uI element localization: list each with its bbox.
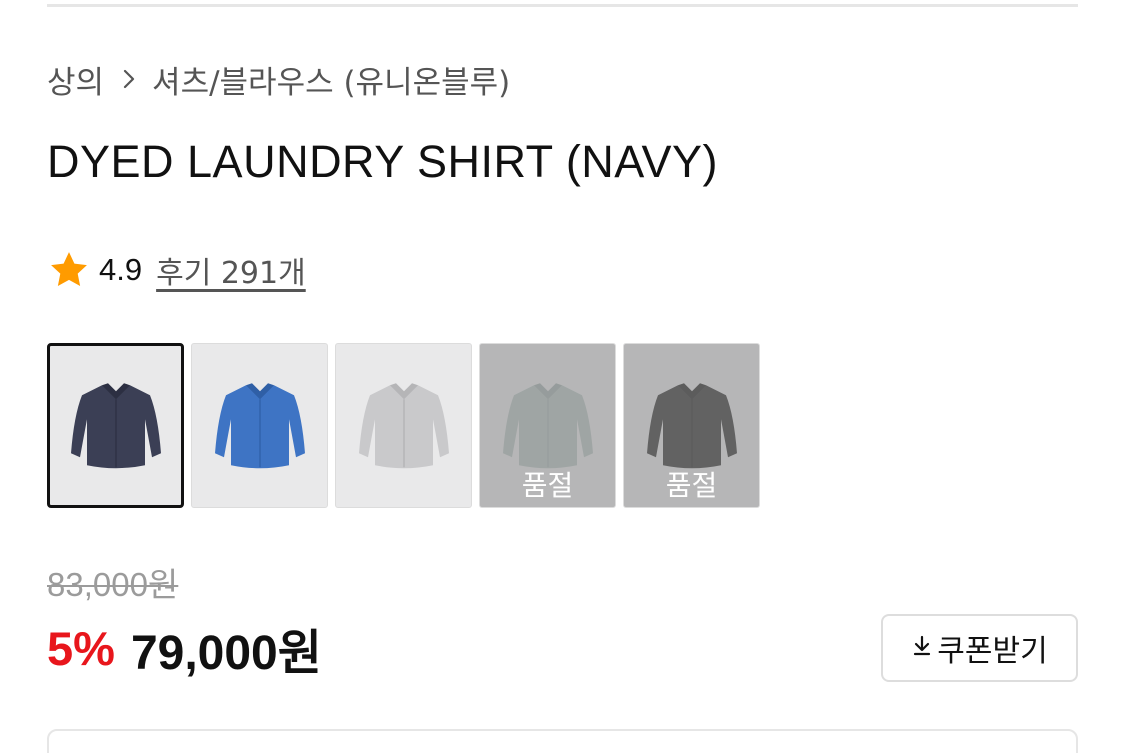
color-swatch-blue[interactable] xyxy=(191,343,328,508)
bottom-panel xyxy=(47,729,1078,753)
coupon-label: 쿠폰받기 xyxy=(937,634,1048,669)
color-swatch-navy[interactable] xyxy=(47,343,184,508)
breadcrumb: 상의 셔츠/블라우스 (유니온블루) xyxy=(47,57,510,101)
shirt-image xyxy=(70,382,161,468)
star-icon xyxy=(47,248,91,292)
breadcrumb-subcategory[interactable]: 셔츠/블라우스 (유니온블루) xyxy=(152,57,510,102)
sale-price: 79,000원 xyxy=(130,627,322,680)
coupon-download-button[interactable]: 쿠폰받기 xyxy=(881,614,1078,682)
color-swatch-mint[interactable]: 품절 xyxy=(479,343,616,508)
product-detail-page: 상의 셔츠/블라우스 (유니온블루) DYED LAUNDRY SHIRT (N… xyxy=(0,0,1125,753)
rating-score: 4.9 xyxy=(99,252,143,287)
rating-row: 4.9 후기 291개 xyxy=(47,248,306,292)
download-icon xyxy=(911,631,933,666)
shirt-image xyxy=(214,382,305,468)
color-swatch-charcoal[interactable]: 품절 xyxy=(623,343,760,508)
discount-rate: 5% xyxy=(47,621,115,675)
sold-out-label: 품절 xyxy=(521,469,574,502)
chevron-right-icon xyxy=(122,68,136,90)
review-count-link[interactable]: 후기 291개 xyxy=(156,248,306,292)
shirt-image xyxy=(358,382,449,468)
color-swatches: 품절 품절 xyxy=(47,343,760,508)
breadcrumb-category[interactable]: 상의 xyxy=(47,57,104,102)
original-price: 83,000원 xyxy=(47,566,179,603)
color-swatch-light-gray[interactable] xyxy=(335,343,472,508)
sold-out-label: 품절 xyxy=(665,469,718,502)
top-divider xyxy=(47,4,1078,7)
price-row: 5% 79,000원 xyxy=(47,618,322,681)
product-title: DYED LAUNDRY SHIRT (NAVY) xyxy=(47,136,718,187)
